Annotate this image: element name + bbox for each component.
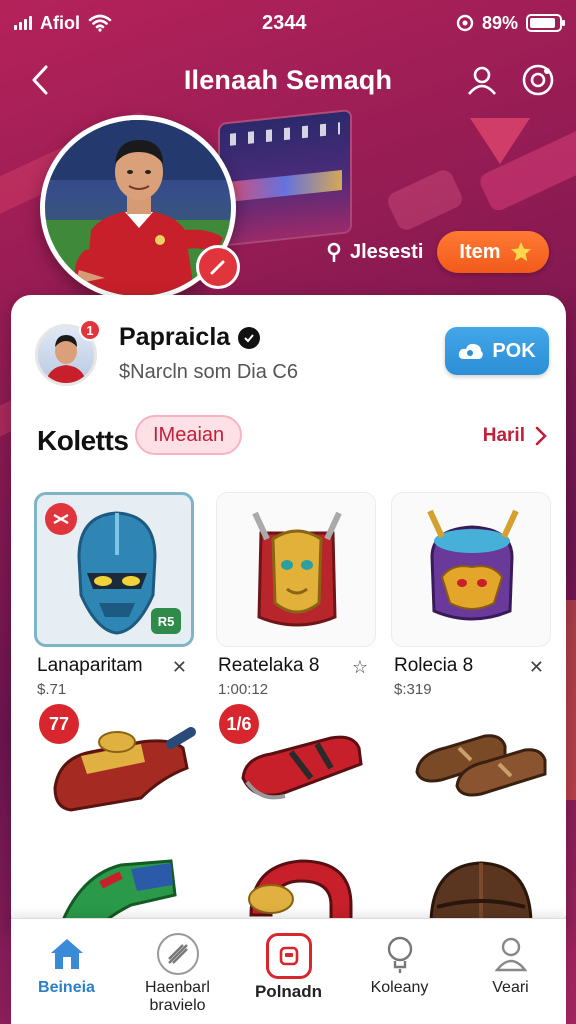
battery-percent: 89% bbox=[481, 12, 518, 33]
item-meta-1: Lanaparitam $.71 ✕ bbox=[37, 655, 197, 703]
tab-browse[interactable]: Haenbarl bravielo bbox=[123, 919, 233, 1024]
item-count-badge: 1/6 bbox=[219, 704, 259, 744]
item-name: Reatelaka 8 bbox=[218, 655, 320, 676]
collection-item-6[interactable] bbox=[401, 708, 561, 823]
purple-helmet-icon bbox=[427, 509, 519, 621]
location-label: Jlesesti bbox=[326, 241, 423, 264]
profile-row: 1 Papraicla $Narcln som Dia C6 POK bbox=[35, 319, 549, 389]
collection-title: Koletts bbox=[37, 425, 129, 456]
collection-item-7[interactable] bbox=[41, 845, 201, 927]
alarm-icon bbox=[456, 14, 474, 32]
profile-name-text: Papraicla bbox=[119, 323, 231, 351]
cloud-icon bbox=[459, 343, 484, 359]
collection-item-8[interactable] bbox=[221, 845, 381, 927]
store-icon bbox=[265, 933, 312, 979]
item-button[interactable]: Item bbox=[437, 231, 549, 273]
settings-button[interactable] bbox=[518, 60, 558, 100]
tab-store[interactable]: Polnadn bbox=[234, 919, 344, 1024]
user-icon bbox=[467, 66, 497, 95]
item-price: 1:00:12 bbox=[218, 681, 269, 698]
tab-profile[interactable]: Veari bbox=[456, 919, 566, 1024]
see-all-label: Haril bbox=[482, 425, 525, 446]
pok-button[interactable]: POK bbox=[445, 327, 549, 375]
green-item-icon bbox=[58, 859, 177, 927]
edit-avatar-button[interactable] bbox=[196, 245, 240, 289]
x-mark-icon[interactable]: ✕ bbox=[529, 657, 544, 678]
location-text: Jlesesti bbox=[350, 240, 424, 263]
star-outline-icon[interactable]: ☆ bbox=[352, 657, 368, 678]
tab-label: Haenbarl bravielo bbox=[145, 979, 210, 1014]
profile-name: Papraicla bbox=[119, 323, 261, 352]
collection-tile-2[interactable] bbox=[216, 492, 376, 647]
see-all-link[interactable]: Haril bbox=[483, 425, 547, 447]
item-name: Rolecia 8 bbox=[394, 655, 474, 676]
notification-badge: 1 bbox=[79, 319, 101, 341]
collection-item-9[interactable] bbox=[401, 845, 561, 927]
x-mark-icon[interactable]: ✕ bbox=[172, 657, 187, 678]
page-title: Ilenaah Semaqh bbox=[183, 64, 393, 95]
wifi-icon bbox=[88, 14, 112, 32]
bottom-tab-bar: Beineia Haenbarl bravielo Polnadn Kolean… bbox=[11, 918, 566, 1024]
gold-mask-icon bbox=[252, 511, 342, 627]
tab-label: Veari bbox=[492, 979, 529, 996]
signal-icon bbox=[14, 16, 32, 30]
brown-shoes-icon bbox=[415, 734, 547, 797]
tab-label: Beineia bbox=[38, 979, 95, 996]
collection-header: Koletts IMeaian Haril bbox=[37, 413, 547, 463]
profile-subtitle: $Narcln som Dia C6 bbox=[119, 361, 298, 383]
collection-tile-3[interactable] bbox=[391, 492, 551, 647]
home-icon bbox=[46, 933, 88, 975]
item-price: $:319 bbox=[394, 681, 432, 698]
user-button[interactable] bbox=[462, 60, 502, 100]
red-hook-icon bbox=[248, 859, 353, 927]
item-name: Lanaparitam bbox=[37, 655, 143, 676]
back-icon bbox=[32, 65, 48, 95]
item-button-label: Item bbox=[459, 240, 501, 263]
star-icon bbox=[510, 242, 531, 261]
status-right: 89% bbox=[456, 12, 565, 34]
filter-pill[interactable]: IMeaian bbox=[135, 415, 243, 455]
item-price: $.71 bbox=[37, 681, 67, 698]
chevron-right-icon bbox=[535, 426, 547, 446]
pok-button-label: POK bbox=[492, 339, 536, 362]
tile-price-chip: R5 bbox=[151, 608, 181, 634]
back-button[interactable] bbox=[22, 60, 58, 100]
brown-helmet-icon bbox=[429, 861, 533, 927]
lightbulb-icon bbox=[379, 933, 421, 975]
verified-icon bbox=[238, 326, 261, 349]
collection-tile-1[interactable]: R5 bbox=[34, 492, 194, 647]
pencil-icon bbox=[210, 260, 225, 275]
tab-home[interactable]: Beineia bbox=[12, 919, 122, 1024]
item-count-badge: 77 bbox=[39, 704, 79, 744]
pin-icon bbox=[327, 242, 341, 262]
item-meta-2: Reatelaka 8 1:00:12 ☆ bbox=[218, 655, 378, 703]
battery-icon bbox=[526, 14, 565, 32]
header: Ilenaah Semaqh bbox=[0, 52, 576, 108]
status-left: Afiol bbox=[14, 13, 112, 34]
status-bar: Afiol 2344 89% bbox=[0, 0, 576, 46]
stadium-banner bbox=[220, 111, 350, 245]
item-meta-3: Rolecia 8 $:319 ✕ bbox=[394, 655, 554, 703]
tab-label: Polnadn bbox=[254, 982, 323, 1001]
tab-label: Koleany bbox=[370, 979, 429, 996]
slash-circle-icon bbox=[156, 933, 199, 975]
main-card: 1 Papraicla $Narcln som Dia C6 POK Kolet… bbox=[11, 295, 566, 935]
clock: 2344 bbox=[262, 12, 307, 34]
settings-icon bbox=[522, 64, 554, 96]
tab-collection[interactable]: Koleany bbox=[345, 919, 455, 1024]
profile-icon bbox=[490, 933, 532, 975]
carrier-label: Afiol bbox=[40, 12, 80, 33]
battery-fill bbox=[530, 18, 555, 28]
player-avatar[interactable] bbox=[40, 115, 240, 301]
hero-actions: Jlesesti Item bbox=[326, 231, 549, 273]
